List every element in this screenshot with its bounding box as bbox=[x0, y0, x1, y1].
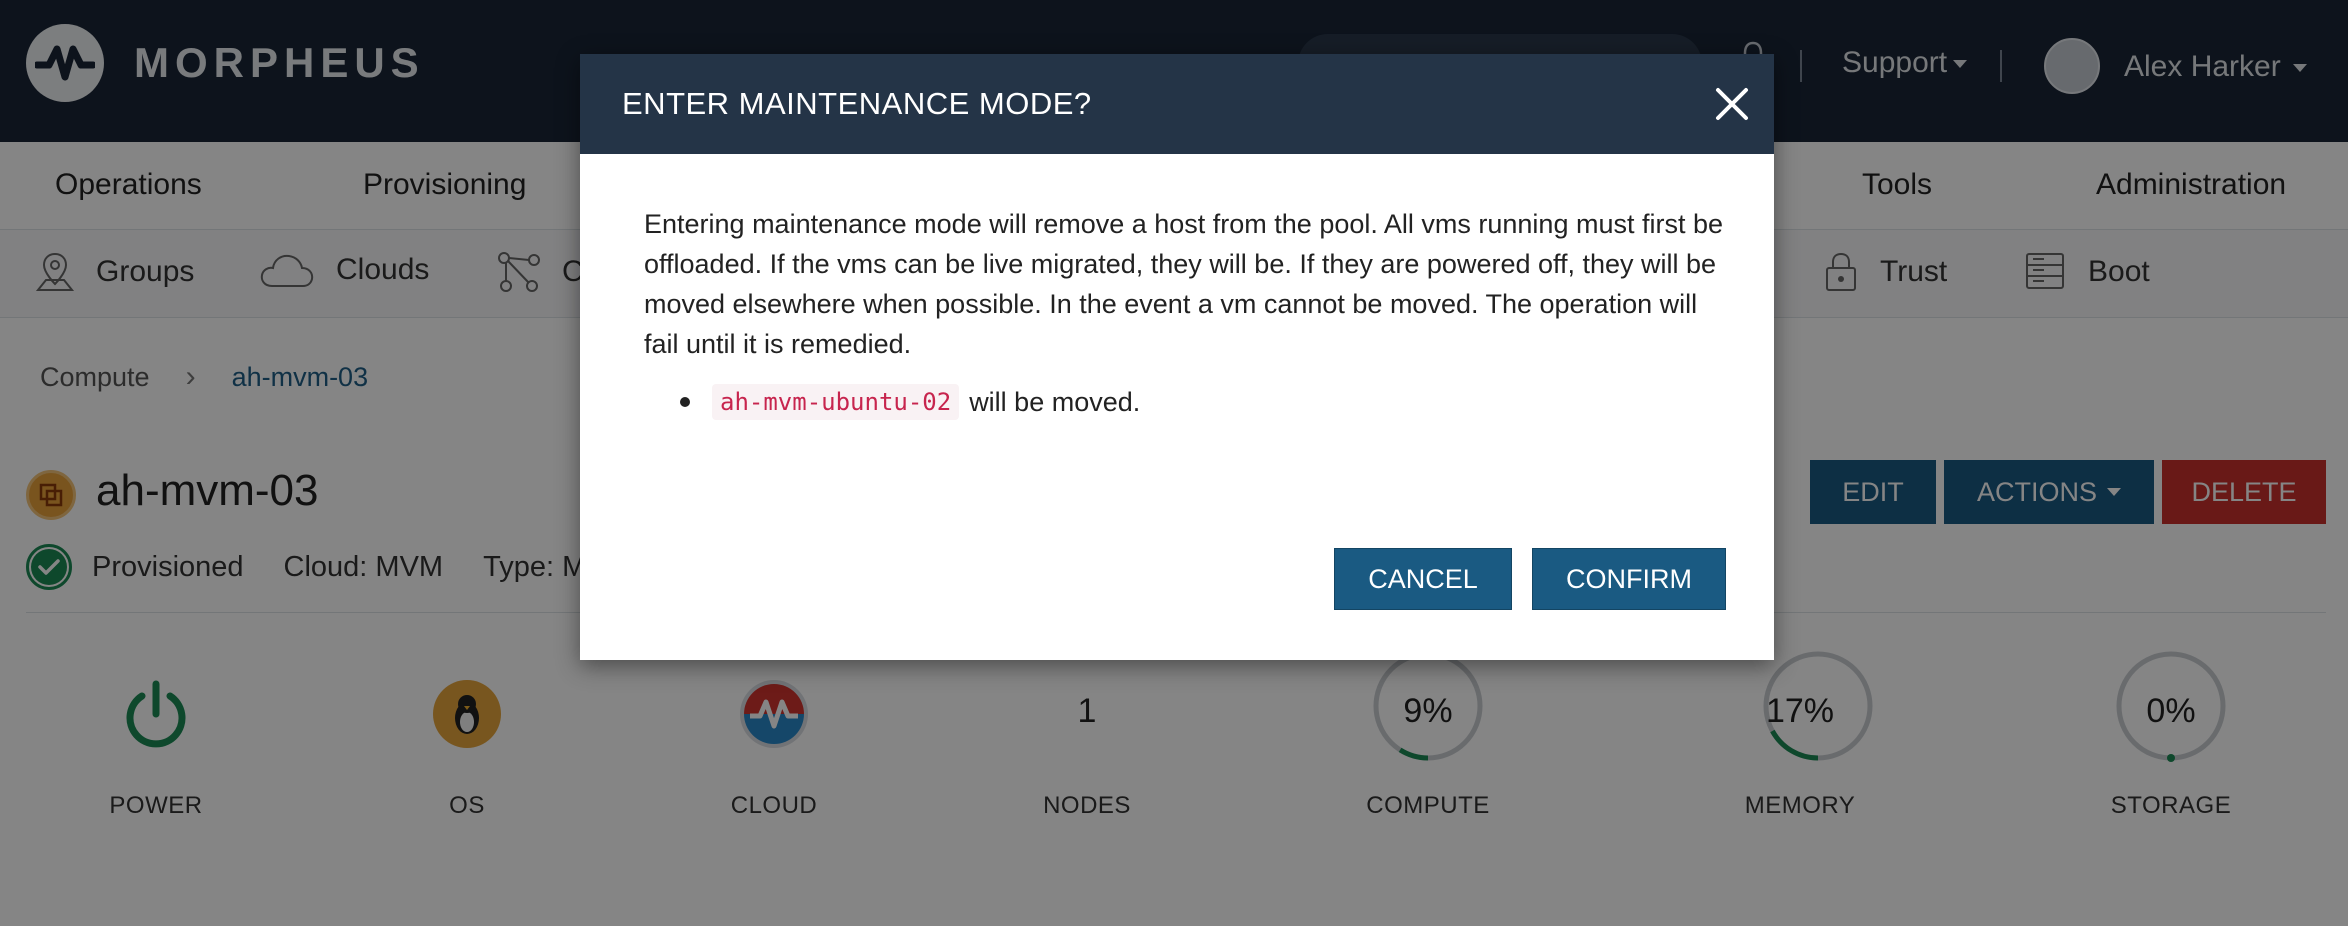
cancel-button[interactable]: CANCEL bbox=[1334, 548, 1512, 610]
affected-vm-list-item: ah-mvm-ubuntu-02 will be moved. bbox=[680, 384, 1140, 420]
modal-title: ENTER MAINTENANCE MODE? bbox=[622, 86, 1092, 121]
bullet-icon bbox=[680, 397, 690, 407]
modal-header: ENTER MAINTENANCE MODE? bbox=[580, 54, 1774, 154]
vm-name-code: ah-mvm-ubuntu-02 bbox=[712, 384, 960, 420]
close-icon[interactable] bbox=[1710, 82, 1754, 126]
confirm-button[interactable]: CONFIRM bbox=[1532, 548, 1726, 610]
modal-message: Entering maintenance mode will remove a … bbox=[644, 209, 1723, 359]
vm-moved-text: will be moved. bbox=[969, 386, 1141, 417]
maintenance-mode-dialog: ENTER MAINTENANCE MODE? Entering mainten… bbox=[580, 54, 1774, 660]
